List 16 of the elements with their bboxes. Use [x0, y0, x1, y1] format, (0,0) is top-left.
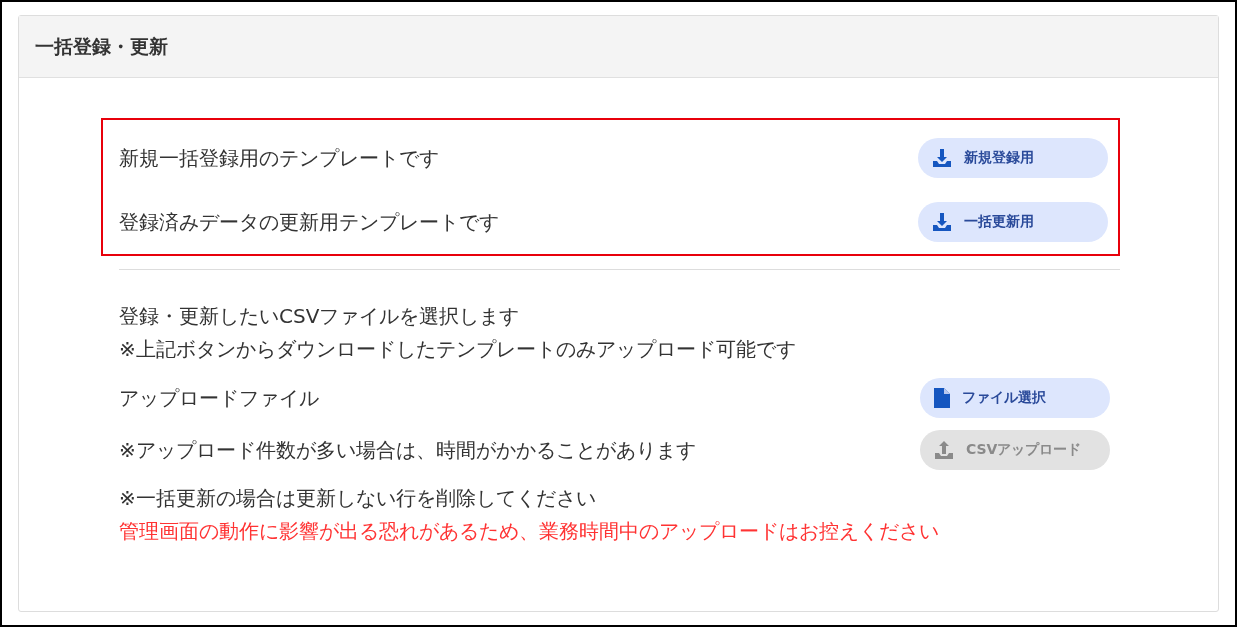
- download-button[interactable]: 新規登録用: [918, 138, 1108, 178]
- template-description: 新規一括登録用のテンプレートです: [119, 144, 439, 172]
- upload-icon: [934, 440, 954, 460]
- download-icon: [932, 148, 952, 168]
- instruction-text: ※上記ボタンからダウンロードしたテンプレートのみアップロード可能です: [119, 336, 797, 363]
- field-label: アップロードファイル: [119, 384, 319, 412]
- notice-text: ※一括更新の場合は更新しない行を削除してください: [119, 485, 597, 512]
- panel-title: 一括登録・更新: [35, 33, 168, 59]
- warning-text: 管理画面の動作に影響が出る恐れがあるため、業務時間中のアップロードはお控えください: [119, 518, 940, 545]
- download-icon: [932, 212, 952, 232]
- file-icon: [934, 388, 950, 408]
- notice-text: ※アップロード件数が多い場合は、時間がかかることがあります: [119, 436, 696, 464]
- template-description: 登録済みデータの更新用テンプレートです: [119, 208, 499, 236]
- download-button[interactable]: 一括更新用: [918, 202, 1108, 242]
- file-select-button[interactable]: ファイル選択: [920, 378, 1110, 418]
- instruction-text: 登録・更新したいCSVファイルを選択します: [119, 303, 521, 330]
